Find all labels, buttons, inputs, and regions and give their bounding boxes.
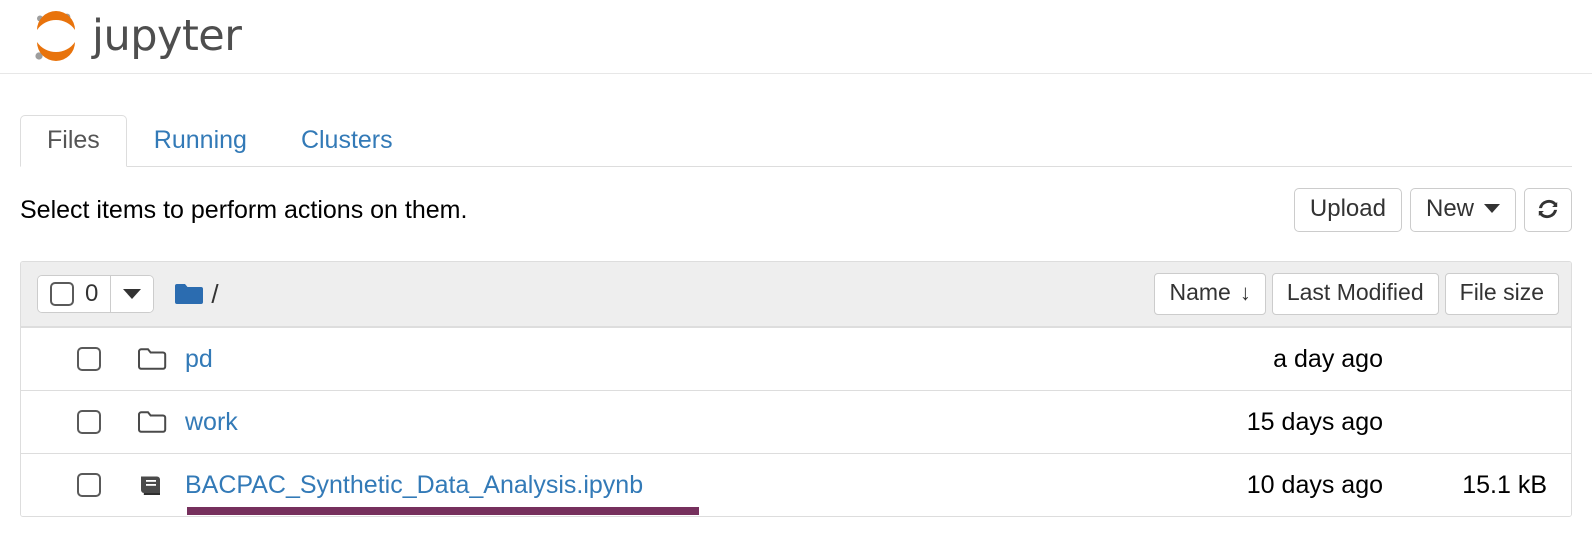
refresh-icon bbox=[1535, 196, 1561, 222]
file-list-header-left: 0 / bbox=[37, 275, 219, 313]
jupyter-logo-link[interactable]: jupyter bbox=[28, 10, 242, 64]
select-all-group: 0 bbox=[37, 275, 155, 313]
file-link[interactable]: BACPAC_Synthetic_Data_Analysis.ipynb bbox=[185, 472, 643, 498]
file-list: 0 / Name ↓ Last Modified File size pd a … bbox=[20, 261, 1572, 517]
folder-outline-icon bbox=[137, 347, 177, 371]
column-name-label: Name bbox=[1169, 279, 1231, 306]
selected-count: 0 bbox=[85, 280, 99, 307]
row-last-modified: a day ago bbox=[1273, 344, 1383, 373]
row-last-modified: 10 days ago bbox=[1246, 470, 1383, 499]
page-header: jupyter bbox=[0, 0, 1592, 74]
chevron-down-icon bbox=[123, 289, 142, 299]
action-bar: Select items to perform actions on them.… bbox=[0, 186, 1592, 234]
table-row[interactable]: pd a day ago bbox=[21, 327, 1571, 390]
tab-files[interactable]: Files bbox=[20, 115, 127, 167]
row-name-cell: BACPAC_Synthetic_Data_Analysis.ipynb bbox=[185, 472, 1185, 515]
folder-outline-icon bbox=[137, 410, 177, 434]
row-checkbox[interactable] bbox=[77, 347, 101, 371]
row-last-modified: 15 days ago bbox=[1246, 407, 1383, 436]
row-name-cell: pd bbox=[185, 346, 1185, 372]
jupyter-logo-text: jupyter bbox=[92, 11, 242, 61]
column-sort-name[interactable]: Name ↓ bbox=[1154, 273, 1266, 315]
notebook-icon bbox=[137, 473, 177, 497]
file-link[interactable]: work bbox=[185, 409, 238, 435]
file-list-columns: Name ↓ Last Modified File size bbox=[1154, 273, 1559, 315]
new-button-label: New bbox=[1425, 194, 1474, 222]
chevron-down-icon bbox=[1484, 204, 1500, 214]
row-checkbox-cell[interactable] bbox=[37, 410, 133, 434]
action-buttons-group: Upload New bbox=[1293, 187, 1572, 233]
column-sort-file-size[interactable]: File size bbox=[1444, 273, 1559, 315]
tab-running[interactable]: Running bbox=[127, 115, 274, 167]
select-menu-button[interactable] bbox=[110, 276, 154, 312]
column-sort-last-modified[interactable]: Last Modified bbox=[1271, 273, 1439, 315]
table-row[interactable]: BACPAC_Synthetic_Data_Analysis.ipynb 10 … bbox=[21, 453, 1571, 516]
breadcrumb: / bbox=[174, 281, 219, 307]
table-row[interactable]: work 15 days ago bbox=[21, 390, 1571, 453]
upload-button[interactable]: Upload bbox=[1293, 187, 1402, 233]
tab-strip: Files Running Clusters bbox=[0, 113, 1592, 167]
upload-button-label: Upload bbox=[1309, 194, 1386, 222]
new-dropdown-button[interactable]: New bbox=[1409, 187, 1516, 233]
row-checkbox-cell[interactable] bbox=[37, 347, 133, 371]
sort-descending-icon: ↓ bbox=[1239, 279, 1251, 305]
file-link[interactable]: pd bbox=[185, 346, 213, 372]
select-all-checkbox-cell[interactable]: 0 bbox=[38, 276, 111, 312]
breadcrumb-root[interactable]: / bbox=[211, 281, 218, 307]
row-name-cell: work bbox=[185, 409, 1185, 435]
folder-icon[interactable] bbox=[174, 282, 204, 306]
row-checkbox-cell[interactable] bbox=[37, 473, 133, 497]
row-file-size: 15.1 kB bbox=[1462, 470, 1547, 499]
select-all-checkbox[interactable] bbox=[50, 282, 74, 306]
jupyter-logo-icon bbox=[28, 10, 82, 64]
row-checkbox[interactable] bbox=[77, 473, 101, 497]
file-list-header: 0 / Name ↓ Last Modified File size bbox=[21, 262, 1571, 327]
refresh-button[interactable] bbox=[1524, 187, 1572, 233]
tab-clusters[interactable]: Clusters bbox=[274, 115, 420, 167]
selection-hint-text: Select items to perform actions on them. bbox=[20, 195, 468, 224]
row-checkbox[interactable] bbox=[77, 410, 101, 434]
